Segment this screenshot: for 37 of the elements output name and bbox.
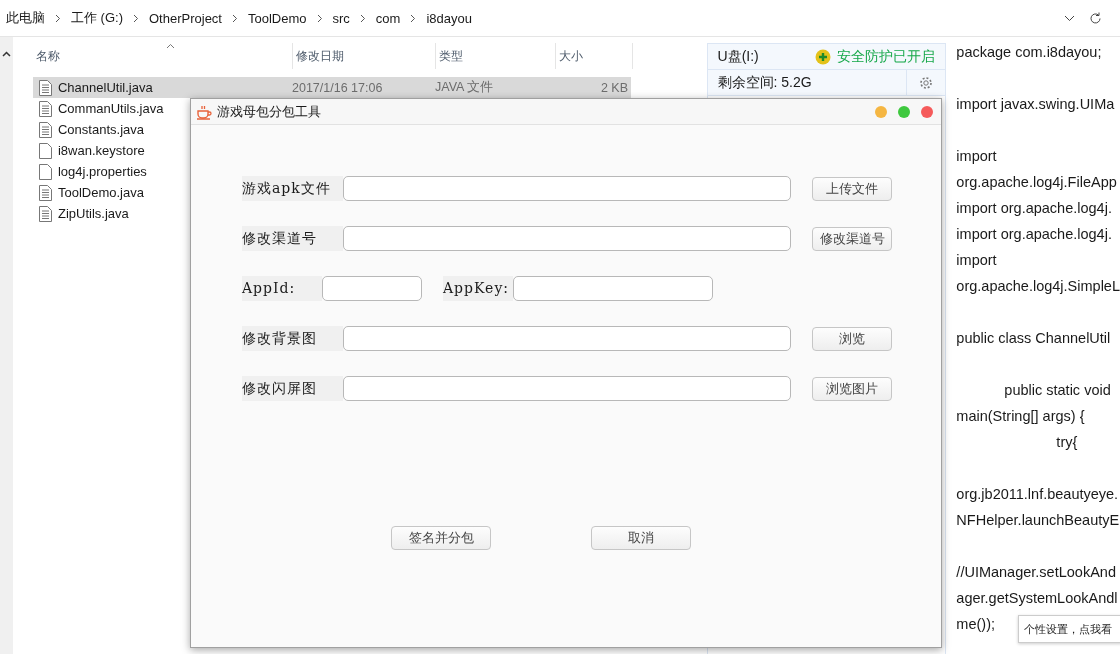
code-line: ager.getSystemLookAndl xyxy=(956,589,1118,608)
file-name: i8wan.keystore xyxy=(58,143,145,158)
code-line: //UIManager.setLookAnd xyxy=(956,563,1116,582)
code-line: import xyxy=(956,251,997,270)
file-name: CommanUtils.java xyxy=(58,101,164,116)
code-line: public static void xyxy=(1004,381,1111,400)
code-line: import org.apache.log4j. xyxy=(956,199,1112,218)
file-type: JAVA 文件 xyxy=(435,79,495,96)
code-line: main(String[] args) { xyxy=(956,407,1085,426)
drive-name: U盘(I:) xyxy=(717,47,759,66)
code-line: NFHelper.launchBeautyE xyxy=(956,511,1120,530)
field-label: 修改闪屏图 xyxy=(242,376,343,401)
code-line: org.apache.log4j.SimpleL xyxy=(956,277,1120,296)
modified-date: 2017/1/16 17:06 xyxy=(292,80,384,95)
tooltip: 个性设置，点我看 xyxy=(1018,615,1120,643)
code-line: import javax.swing.UIMa xyxy=(956,95,1115,114)
code-line: public class ChannelUtil xyxy=(956,329,1111,348)
code-line: org.jb2011.lnf.beautyeye. xyxy=(956,485,1119,504)
field-label: AppKey: xyxy=(443,276,513,301)
code-line: org.apache.log4j.FileApp xyxy=(956,173,1117,192)
code-line: import xyxy=(956,147,997,166)
field-label: 修改渠道号 xyxy=(242,226,343,251)
window-title: 游戏母包分包工具 xyxy=(217,102,322,121)
file-name: Constants.java xyxy=(58,122,144,137)
field-label: 游戏apk文件 xyxy=(242,176,343,201)
free-space-text: 剩余空间: 5.2G xyxy=(716,73,813,92)
code-line: import org.apache.log4j. xyxy=(956,225,1112,244)
code-line: try{ xyxy=(1056,433,1078,452)
code-line: package com.i8dayou; xyxy=(956,43,1102,62)
file-name: ChannelUtil.java xyxy=(58,80,153,95)
file-size: 2 KB xyxy=(599,80,628,95)
file-name: log4j.properties xyxy=(58,164,147,179)
file-name: ToolDemo.java xyxy=(58,185,144,200)
code-line: me()); xyxy=(956,615,996,634)
field-label: 修改背景图 xyxy=(242,326,343,351)
field-label: AppId: xyxy=(242,276,322,301)
file-name: ZipUtils.java xyxy=(58,206,129,221)
